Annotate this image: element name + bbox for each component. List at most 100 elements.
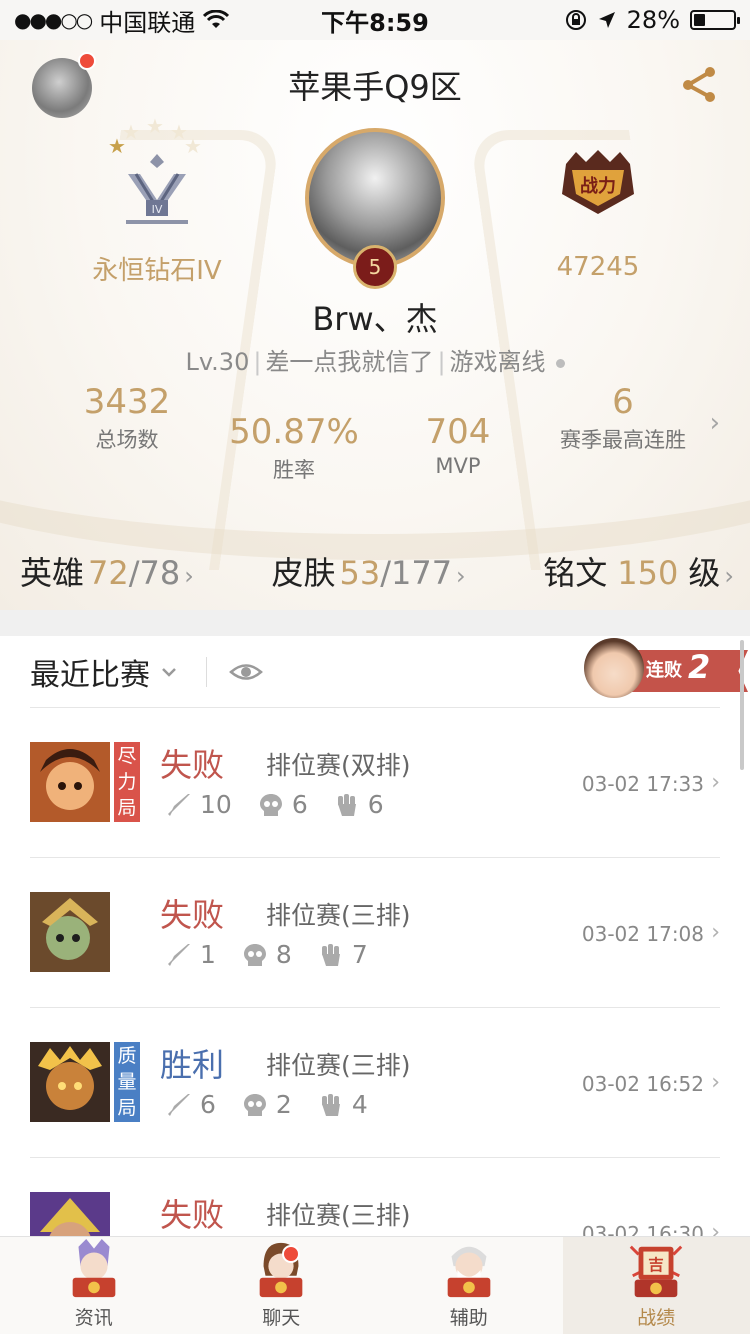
tab-label: 辅助 [449,1307,488,1329]
online-status: 游戏离线 [449,348,546,376]
match-time: 03-02 17:33 [581,772,704,796]
chevron-right-icon[interactable]: › [710,408,720,438]
deaths: 6 [258,790,308,819]
player-subtitle: Lv.30 | 差一点我就信了 | 游戏离线 [0,342,750,377]
wifi-icon [203,10,230,28]
battery-icon [690,10,740,30]
deaths: 2 [242,1090,292,1119]
match-row[interactable]: 质量局 胜利 排位赛(三排) 6 2 4 03-02 16:52 › [30,1008,720,1158]
chevron-right-icon: › [184,562,194,590]
section-divider [0,610,750,636]
deaths-value: 8 [275,940,292,969]
recent-title[interactable]: 最近比赛 [30,650,150,694]
separator: | [437,348,446,376]
profile-header: 苹果手Q9区 ★ ★ ★ ★ ★ IV 永恒钻石IV 5 战力 47245 Br… [0,40,750,610]
losing-streak-tag: 连败 2 [584,636,750,702]
counts-row: 英雄 72 /78 › 皮肤 53 /177 › 铭文 150 级 › [0,540,750,602]
assists-value: 7 [351,940,368,969]
skull-icon [243,1093,266,1116]
match-result: 失败 [160,1196,225,1234]
rank-stars: ★ ★ ★ ★ ★ [62,112,252,158]
recent-matches-section: 最近比赛 连败 2 尽力局 失败 排位赛(双排) 10 6 6 03-02 17… [0,636,750,1308]
kda-row: 1 8 7 [166,940,394,969]
count-total: /177 [380,554,453,592]
divider [206,656,207,687]
stat-best-streak[interactable]: 6 赛季最高连胜 [548,382,698,454]
star-icon: ★ [146,114,164,138]
scrollbar[interactable] [740,640,744,770]
chevron-right-icon: › [724,562,734,590]
match-mode: 排位赛(双排) [266,751,411,780]
tab-assist[interactable]: 辅助 [375,1237,563,1334]
sword-icon [168,943,190,966]
player-signature: 差一点我就信了 [265,348,434,376]
deaths-value: 2 [275,1090,292,1119]
stat-total-games[interactable]: 3432 总场数 [66,382,188,454]
chevron-down-icon[interactable] [160,663,178,681]
assists: 7 [318,940,368,969]
match-time: 03-02 17:08 [581,922,704,946]
match-result: 失败 [160,746,225,784]
match-row[interactable]: 失败 排位赛(三排) 1 8 7 03-02 17:08 › [30,858,720,1008]
star-icon: ★ [122,120,140,144]
count-owned: 72 [88,554,129,592]
match-mode: 排位赛(三排) [266,1051,411,1080]
svg-text:吉: 吉 [648,1255,664,1274]
carrier-name: 中国联通 [99,8,196,37]
stat-label: 赛季最高连胜 [560,428,686,452]
stat-win-rate[interactable]: 50.87% 胜率 [218,412,370,484]
svg-text:战力: 战力 [580,176,616,197]
tab-label: 资讯 [74,1307,113,1329]
chat-tab-icon [259,1242,303,1298]
rank-block[interactable]: ★ ★ ★ ★ ★ IV 永恒钻石IV [62,112,252,287]
records-tab-icon: 吉 [630,1245,683,1298]
stat-value: 6 [612,382,634,422]
deaths-value: 6 [291,790,308,819]
kda-row: 10 6 6 [166,790,410,819]
inscription-unit: 级 [688,554,721,592]
assists: 4 [318,1090,368,1119]
eye-icon[interactable] [229,661,263,683]
tab-chat[interactable]: 聊天 [188,1237,376,1334]
tab-records[interactable]: 吉 战绩 [562,1237,750,1334]
combat-power-value: 47245 [556,252,640,282]
tab-label: 聊天 [262,1307,301,1329]
stat-label: 胜率 [273,458,315,482]
tab-news[interactable]: 资讯 [0,1237,188,1334]
match-time: 03-02 16:52 [581,1072,704,1096]
match-tag: 尽力局 [114,742,140,822]
kills-value: 1 [200,940,216,969]
heroes-count[interactable]: 英雄 72 /78 › [20,548,194,594]
hero-portrait [30,1042,110,1122]
recent-header: 最近比赛 连败 2 [30,636,748,708]
power-block[interactable]: 战力 47245 [508,148,688,282]
match-tag: 质量局 [114,1042,140,1122]
fist-icon [337,793,356,816]
crying-hero-icon [584,638,644,698]
player-name: Brw、杰 [312,300,438,338]
inscription-level[interactable]: 铭文 150 级 › [543,548,734,594]
combat-power-icon: 战力 [562,150,634,214]
news-tab-icon [72,1238,116,1298]
stat-mvp[interactable]: 704 MVP [406,412,510,478]
chevron-right-icon: › [711,920,720,945]
deaths: 8 [242,940,292,969]
chat-notification-dot [281,1245,300,1263]
kda-row: 6 2 4 [166,1090,394,1119]
signal-icon: ●●●○○ [14,8,93,32]
kills: 6 [166,1090,216,1119]
assists-value: 6 [367,790,384,819]
match-row[interactable]: 尽力局 失败 排位赛(双排) 10 6 6 03-02 17:33 › [30,708,720,858]
stat-value: 3432 [83,382,171,422]
skins-count[interactable]: 皮肤 53 /177 › [271,548,465,594]
match-mode: 排位赛(三排) [266,1201,411,1230]
rank-emblem-icon: IV [126,154,188,224]
server-name: 苹果手Q9区 [288,68,462,106]
skull-icon [243,943,266,966]
match-list: 尽力局 失败 排位赛(双排) 10 6 6 03-02 17:33 › 失败 排… [0,708,750,1308]
share-icon[interactable] [680,64,720,104]
count-label: 皮肤 [271,554,336,592]
rotation-lock-icon [565,10,586,30]
status-dot-icon [555,358,565,368]
count-label: 铭文 [543,554,608,592]
